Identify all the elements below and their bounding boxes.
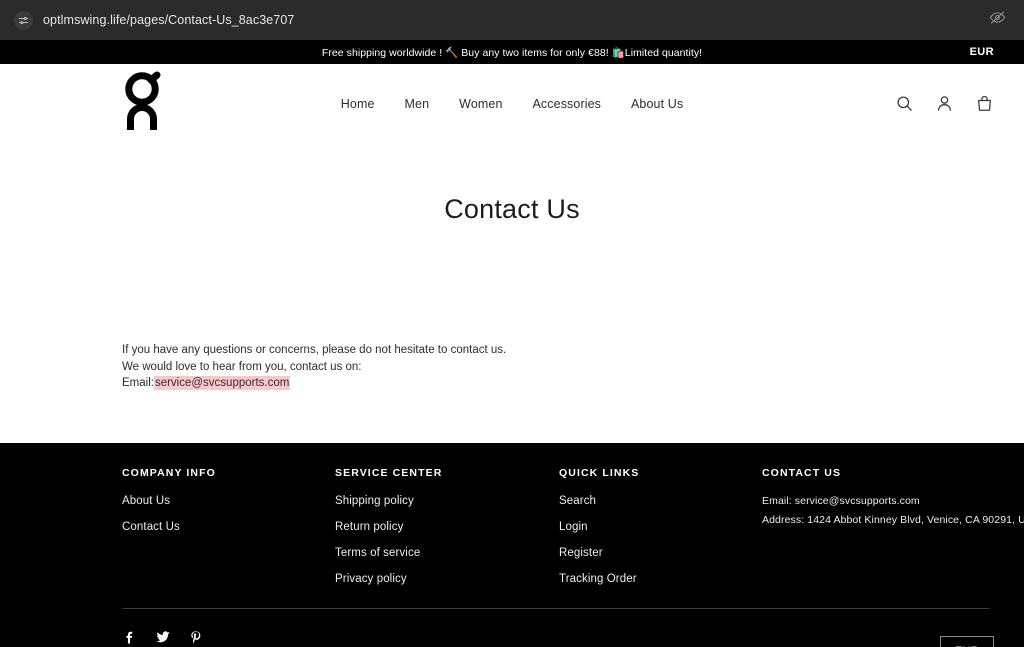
nav-item-men[interactable]: Men	[405, 97, 430, 111]
contact-line-2: We would love to hear from you, contact …	[122, 360, 362, 373]
footer-column-company-info: COMPANY INFO About Us Contact Us	[122, 467, 335, 599]
url-text: optlmswing.life/pages/Contact-Us_8ac3e70…	[43, 13, 295, 27]
footer-bottom-left: © 2024On Running. All Rights Reserved.	[122, 628, 325, 647]
facebook-icon[interactable]	[122, 628, 138, 646]
footer-column-title: COMPANY INFO	[122, 467, 216, 479]
main-navigation: Home Men Women Accessories About Us	[0, 97, 1024, 111]
site-header: Home Men Women Accessories About Us	[0, 64, 1024, 143]
footer-contact-address: Address: 1424 Abbot Kinney Blvd, Venice,…	[762, 514, 1024, 526]
address-bar[interactable]: optlmswing.life/pages/Contact-Us_8ac3e70…	[14, 7, 989, 33]
nav-item-accessories[interactable]: Accessories	[533, 97, 601, 111]
browser-toolbar: optlmswing.life/pages/Contact-Us_8ac3e70…	[0, 0, 1024, 40]
pinterest-icon[interactable]	[188, 628, 204, 646]
footer-column-service-center: SERVICE CENTER Shipping policy Return po…	[335, 467, 559, 599]
site-footer: COMPANY INFO About Us Contact Us SERVICE…	[0, 443, 1024, 647]
footer-link-terms-of-service[interactable]: Terms of service	[335, 547, 559, 559]
footer-divider	[122, 608, 990, 609]
nav-item-about-us[interactable]: About Us	[631, 97, 683, 111]
contact-text-block: If you have any questions or concerns, p…	[122, 342, 506, 392]
announcement-bar: Free shipping worldwide ! 🔨 Buy any two …	[0, 40, 1024, 64]
footer-link-tracking-order[interactable]: Tracking Order	[559, 573, 762, 585]
footer-link-register[interactable]: Register	[559, 547, 762, 559]
footer-bottom-bar: © 2024On Running. All Rights Reserved. E…	[122, 628, 994, 647]
cart-icon[interactable]	[975, 94, 994, 113]
footer-link-shipping-policy[interactable]: Shipping policy	[335, 495, 559, 507]
footer-link-login[interactable]: Login	[559, 521, 762, 533]
footer-link-return-policy[interactable]: Return policy	[335, 521, 559, 533]
twitter-icon[interactable]	[155, 628, 171, 646]
social-links	[122, 628, 325, 646]
email-label: Email:	[122, 377, 154, 390]
page-title: Contact Us	[444, 194, 580, 224]
account-icon[interactable]	[935, 94, 954, 113]
announcement-text: Free shipping worldwide ! 🔨 Buy any two …	[321, 46, 703, 59]
contact-email-address[interactable]: service@svcsupports.com	[153, 376, 291, 391]
contact-line-1: If you have any questions or concerns, p…	[122, 344, 507, 356]
page-settings-icon[interactable]	[14, 10, 33, 30]
footer-column-quick-links: QUICK LINKS Search Login Register Tracki…	[559, 467, 762, 599]
footer-column-contact-us: CONTACT US Email: service@svcsupports.co…	[762, 467, 1024, 599]
footer-column-title: QUICK LINKS	[559, 467, 640, 479]
footer-column-title: CONTACT US	[762, 467, 842, 479]
contact-email-line: Email:service@svcsupports.com	[122, 375, 506, 392]
footer-link-about-us[interactable]: About Us	[122, 495, 335, 507]
footer-contact-email: Email: service@svcsupports.com	[762, 495, 920, 507]
browser-toolbar-right	[989, 9, 1010, 31]
eye-off-icon[interactable]	[989, 9, 1006, 31]
search-icon[interactable]	[895, 94, 914, 113]
footer-currency-selector[interactable]: EUR	[939, 636, 994, 647]
announcement-currency-selector[interactable]: EUR	[970, 46, 994, 58]
main-content: Contact Us If you have any questions or …	[0, 143, 1024, 443]
footer-link-contact-us[interactable]: Contact Us	[122, 521, 335, 533]
header-icon-group	[895, 94, 994, 113]
footer-link-search[interactable]: Search	[559, 495, 762, 507]
nav-item-women[interactable]: Women	[459, 97, 502, 111]
nav-item-home[interactable]: Home	[341, 97, 375, 111]
footer-link-privacy-policy[interactable]: Privacy policy	[335, 573, 559, 585]
footer-column-title: SERVICE CENTER	[335, 467, 443, 479]
footer-columns: COMPANY INFO About Us Contact Us SERVICE…	[0, 443, 1024, 599]
